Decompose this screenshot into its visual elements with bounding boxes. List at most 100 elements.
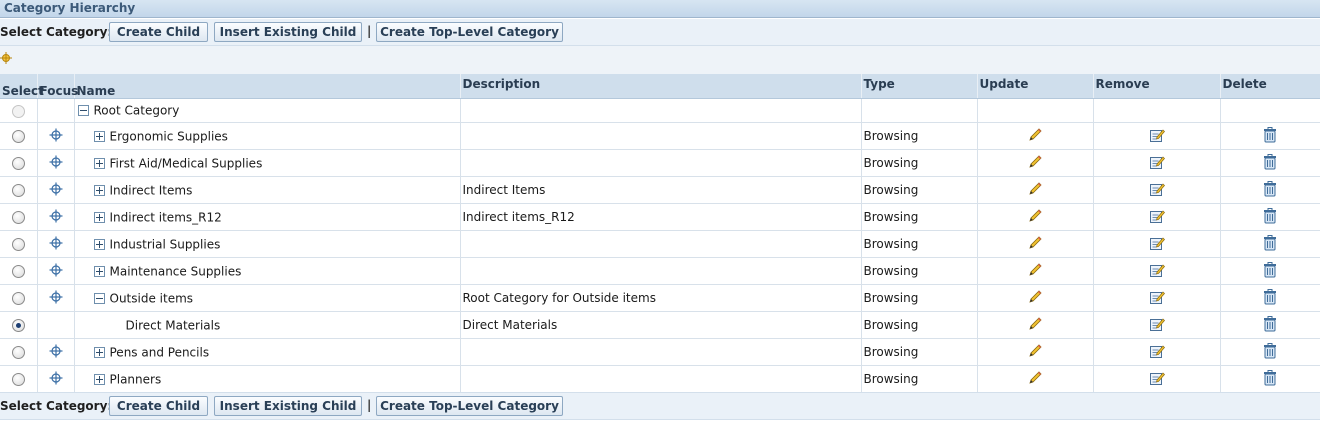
collapse-minus-icon[interactable] [93, 292, 105, 304]
collapse-minus-icon[interactable] [77, 105, 89, 117]
trash-icon[interactable] [1263, 315, 1277, 335]
delete-cell [1220, 149, 1320, 177]
table-row: Pens and Pencils Browsing [0, 338, 1320, 366]
table-row: Planners Browsing [0, 365, 1320, 393]
expand-plus-icon[interactable] [93, 130, 105, 142]
type-cell: Browsing [861, 338, 978, 366]
edit-remove-icon[interactable] [1149, 316, 1165, 335]
description-cell: Root Category for Outside items [460, 284, 862, 312]
select-radio[interactable] [11, 373, 25, 386]
trash-icon[interactable] [1263, 369, 1277, 389]
focus-crosshair-icon[interactable] [49, 263, 63, 280]
expand-plus-icon[interactable] [93, 346, 105, 358]
focus-crosshair-icon[interactable] [49, 155, 63, 172]
type-cell: Browsing [861, 122, 978, 150]
create-child-button[interactable]: Create Child [109, 22, 208, 42]
trash-icon[interactable] [1263, 180, 1277, 200]
focus-crosshair-icon[interactable] [49, 209, 63, 226]
select-radio[interactable] [11, 184, 25, 197]
edit-remove-icon[interactable] [1149, 289, 1165, 308]
category-table: Select Focus Name Description Type Updat… [0, 74, 1320, 393]
create-child-button[interactable]: Create Child [109, 396, 208, 416]
trash-icon[interactable] [1263, 234, 1277, 254]
pencil-icon[interactable] [1027, 316, 1043, 335]
type-cell: Browsing [861, 149, 978, 177]
expand-plus-icon[interactable] [93, 265, 105, 277]
select-radio[interactable] [11, 238, 25, 251]
select-cell [0, 257, 38, 285]
pencil-icon[interactable] [1027, 208, 1043, 227]
category-name: Outside items [109, 291, 194, 306]
expand-plus-icon[interactable] [93, 373, 105, 385]
focus-crosshair-icon[interactable] [49, 236, 63, 253]
trash-icon[interactable] [1263, 207, 1277, 227]
focus-crosshair-icon[interactable] [49, 128, 63, 145]
focus-crosshair-icon[interactable] [49, 371, 63, 388]
pencil-icon[interactable] [1027, 289, 1043, 308]
pencil-icon[interactable] [1027, 154, 1043, 173]
expand-plus-icon[interactable] [93, 157, 105, 169]
select-radio[interactable] [11, 130, 25, 143]
create-top-level-category-button[interactable]: Create Top-Level Category [376, 396, 563, 416]
insert-existing-child-button[interactable]: Insert Existing Child [214, 22, 362, 42]
focus-cell [37, 365, 75, 393]
focus-strip [0, 46, 1320, 74]
pencil-icon[interactable] [1027, 127, 1043, 146]
name-cell: Indirect Items [74, 176, 461, 204]
select-radio[interactable] [11, 292, 25, 305]
pencil-icon[interactable] [1027, 343, 1043, 362]
select-radio[interactable] [11, 211, 25, 224]
focus-crosshair-icon[interactable] [49, 344, 63, 361]
edit-remove-icon[interactable] [1149, 154, 1165, 173]
update-cell [977, 149, 1094, 177]
select-cell [0, 230, 38, 258]
edit-remove-icon[interactable] [1149, 343, 1165, 362]
expand-plus-icon[interactable] [93, 211, 105, 223]
pencil-icon[interactable] [1027, 181, 1043, 200]
category-name: Planners [109, 372, 162, 387]
toolbar-separator: | [367, 398, 372, 412]
select-cell [0, 284, 38, 312]
edit-remove-icon[interactable] [1149, 370, 1165, 389]
edit-remove-icon[interactable] [1149, 235, 1165, 254]
pencil-icon[interactable] [1027, 235, 1043, 254]
trash-icon[interactable] [1263, 261, 1277, 281]
delete-cell [1220, 257, 1320, 285]
update-cell [977, 365, 1094, 393]
table-row: Direct Materials Direct Materials Browsing [0, 311, 1320, 339]
expand-plus-icon[interactable] [93, 184, 105, 196]
edit-remove-icon[interactable] [1149, 262, 1165, 281]
focus-root-icon[interactable] [0, 52, 12, 64]
edit-remove-icon[interactable] [1149, 208, 1165, 227]
insert-existing-child-button[interactable]: Insert Existing Child [214, 396, 362, 416]
table-row: Indirect items_R12 Indirect items_R12 Brow… [0, 203, 1320, 231]
edit-remove-icon[interactable] [1149, 181, 1165, 200]
select-radio[interactable] [11, 157, 25, 170]
pencil-icon[interactable] [1027, 370, 1043, 389]
select-radio[interactable] [11, 319, 25, 332]
select-radio[interactable] [11, 346, 25, 359]
focus-cell [37, 284, 75, 312]
pencil-icon[interactable] [1027, 262, 1043, 281]
focus-crosshair-icon[interactable] [49, 290, 63, 307]
type-cell: Browsing [861, 311, 978, 339]
focus-cell [37, 338, 75, 366]
expand-plus-icon[interactable] [93, 238, 105, 250]
select-cell [0, 311, 38, 339]
delete-cell [1220, 122, 1320, 150]
create-top-level-category-button[interactable]: Create Top-Level Category [376, 22, 563, 42]
focus-cell [37, 230, 75, 258]
trash-icon[interactable] [1263, 153, 1277, 173]
update-cell [977, 311, 1094, 339]
delete-cell [1220, 338, 1320, 366]
table-row: First Aid/Medical Supplies Browsing [0, 149, 1320, 177]
column-header-remove: Remove [1093, 74, 1221, 99]
select-radio[interactable] [11, 265, 25, 278]
trash-icon[interactable] [1263, 288, 1277, 308]
trash-icon[interactable] [1263, 342, 1277, 362]
focus-crosshair-icon[interactable] [49, 182, 63, 199]
trash-icon[interactable] [1263, 126, 1277, 146]
edit-remove-icon[interactable] [1149, 127, 1165, 146]
update-cell [977, 122, 1094, 150]
column-header-description: Description [460, 74, 862, 99]
